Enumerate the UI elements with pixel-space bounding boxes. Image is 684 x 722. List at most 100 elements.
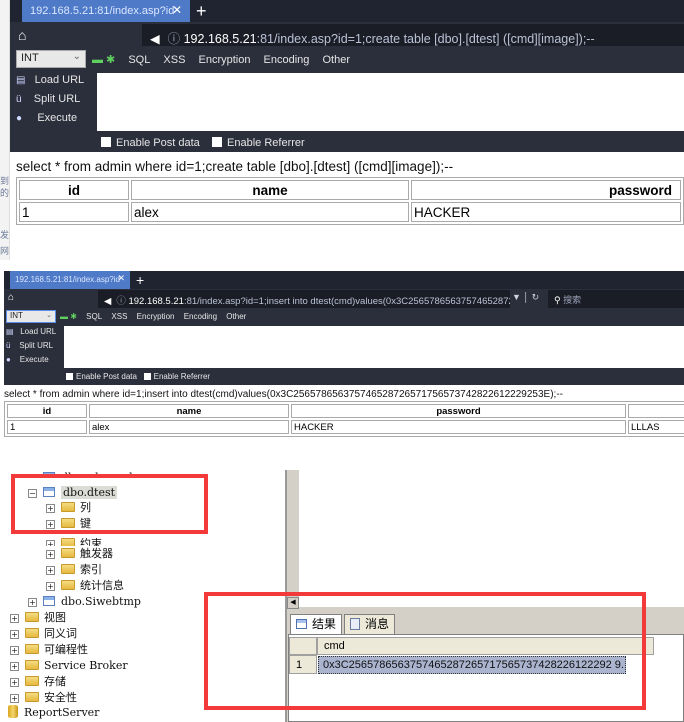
- folder-icon: [61, 548, 75, 558]
- folder-icon: [25, 628, 39, 638]
- url-textarea[interactable]: [97, 73, 684, 131]
- sql-query-text: select * from admin where id=1;insert in…: [4, 389, 563, 400]
- load-icon: ▤: [6, 327, 14, 336]
- tree-node[interactable]: + 同义词: [10, 626, 77, 642]
- expand-icon[interactable]: +: [46, 566, 55, 575]
- folder-icon: [61, 564, 75, 574]
- menu-encryption[interactable]: Encryption: [137, 312, 175, 321]
- side-text: 的: [0, 188, 10, 198]
- table-cell: HACKER: [411, 202, 681, 222]
- close-tab-icon[interactable]: ✕: [172, 3, 182, 17]
- expand-icon[interactable]: +: [10, 630, 19, 639]
- tab-title: 192.168.5.21:81/index.asp?id: [15, 275, 120, 284]
- menu-other[interactable]: Other: [322, 54, 350, 66]
- back-arrow-icon[interactable]: ◀: [150, 32, 160, 46]
- chevron-down-icon: ⌄: [46, 312, 52, 319]
- url-textarea[interactable]: [64, 326, 684, 368]
- menu-xss[interactable]: XSS: [111, 312, 127, 321]
- new-tab-button[interactable]: +: [136, 271, 144, 289]
- table-cell: alex: [89, 420, 289, 434]
- tree-node[interactable]: + 安全性: [10, 690, 77, 706]
- home-icon[interactable]: ⌂: [18, 27, 26, 43]
- browser-tab[interactable]: 192.168.5.21:81/index.asp?id ✕: [22, 0, 190, 22]
- select-value: INT: [21, 52, 39, 64]
- expand-icon[interactable]: +: [10, 614, 19, 623]
- menu-encoding[interactable]: Encoding: [184, 312, 217, 321]
- url-controls: ▼ │ ↻: [512, 292, 540, 302]
- results-table: id name password 1 alex HACKER LLLAS: [4, 401, 684, 437]
- sql-query-text: select * from admin where id=1;create ta…: [16, 159, 454, 174]
- play-icon: ●: [6, 355, 11, 364]
- folder-icon: [25, 644, 39, 654]
- expand-icon[interactable]: +: [10, 678, 19, 687]
- menu-encoding[interactable]: Encoding: [264, 54, 310, 66]
- url-host: 192.168.5.21: [128, 296, 184, 307]
- enable-referrer-checkbox[interactable]: Enable Referrer: [212, 137, 305, 149]
- split-url-button[interactable]: ü Split URL: [6, 341, 53, 350]
- tree-node[interactable]: + 索引: [46, 562, 102, 578]
- tree-node[interactable]: + Service Broker: [10, 658, 128, 674]
- info-icon[interactable]: ⓘ: [116, 296, 128, 307]
- url-bar[interactable]: ◀ ⓘ 192.168.5.21:81/index.asp?id=1;insert…: [98, 290, 510, 308]
- url-bar[interactable]: ◀ ⓘ 192.168.5.21:81/index.asp?id=1;create…: [142, 24, 684, 46]
- search-icon: ⚲: [554, 295, 561, 305]
- info-icon[interactable]: ⓘ: [168, 32, 184, 46]
- close-tab-icon[interactable]: ✕: [117, 273, 125, 284]
- expand-icon[interactable]: +: [46, 582, 55, 591]
- hackbar-options: Enable Post data Enable Referrer: [101, 137, 305, 149]
- browser-tab[interactable]: 192.168.5.21:81/index.asp?id ✕: [10, 271, 130, 289]
- database-icon: [8, 705, 18, 718]
- load-url-button[interactable]: ▤ Load URL: [6, 327, 56, 336]
- column-header: name: [131, 180, 409, 200]
- folder-icon: [25, 676, 39, 686]
- search-box[interactable]: ⚲ 搜索: [548, 290, 684, 308]
- execute-button[interactable]: ● Execute: [16, 112, 77, 124]
- back-arrow-icon[interactable]: ◀: [104, 296, 111, 307]
- load-url-button[interactable]: ▤ Load URL: [16, 74, 84, 86]
- dropdown-icon[interactable]: ▼: [512, 292, 521, 302]
- hackbar-menu: ▬ ✱ SQL XSS Encryption Encoding Other: [60, 312, 253, 321]
- menu-xss[interactable]: XSS: [163, 54, 185, 66]
- expand-icon[interactable]: +: [10, 662, 19, 671]
- folder-icon: [25, 660, 39, 670]
- tree-node[interactable]: + 触发器: [46, 546, 113, 562]
- results-table: id name password 1 alex HACKER: [16, 177, 684, 225]
- split-url-button[interactable]: ü Split URL: [16, 93, 80, 105]
- expand-icon[interactable]: +: [10, 694, 19, 703]
- menu-other[interactable]: Other: [226, 312, 246, 321]
- column-header: name: [89, 404, 289, 418]
- reload-icon[interactable]: ↻: [532, 292, 540, 302]
- table-cell: alex: [131, 202, 409, 222]
- menu-sql[interactable]: SQL: [128, 54, 150, 66]
- folder-icon: [25, 612, 39, 622]
- side-text: 网: [0, 246, 10, 256]
- tree-node[interactable]: + dbo.Siwebtmp: [28, 594, 141, 610]
- column-header: [628, 404, 684, 418]
- home-icon[interactable]: ⌂: [8, 292, 14, 303]
- menu-encryption[interactable]: Encryption: [199, 54, 251, 66]
- load-icon: ▤: [16, 75, 26, 86]
- folder-icon: [61, 580, 75, 590]
- expand-icon[interactable]: +: [10, 646, 19, 655]
- split-icon: ü: [16, 94, 22, 105]
- tree-node[interactable]: + 统计信息: [46, 578, 124, 594]
- tree-node[interactable]: + 视图: [10, 610, 66, 626]
- menu-sql[interactable]: SQL: [86, 312, 102, 321]
- enable-post-checkbox[interactable]: Enable Post data: [66, 372, 137, 381]
- injection-type-select[interactable]: INT ⌄: [6, 310, 56, 323]
- folder-icon: [25, 692, 39, 702]
- execute-button[interactable]: ● Execute: [6, 355, 49, 364]
- injection-type-select[interactable]: INT ⌄: [16, 50, 86, 68]
- expand-icon[interactable]: +: [46, 550, 55, 559]
- tree-node[interactable]: + 存储: [10, 674, 66, 690]
- tree-node[interactable]: + 可编程性: [10, 642, 88, 658]
- tree-node-reportserver[interactable]: ReportServer: [8, 705, 99, 721]
- expand-icon[interactable]: +: [28, 598, 37, 607]
- minus-icon[interactable]: ▬ ✱: [92, 54, 115, 66]
- table-cell: 1: [7, 420, 87, 434]
- minus-icon[interactable]: ▬ ✱: [60, 312, 77, 321]
- new-tab-button[interactable]: +: [196, 0, 207, 22]
- enable-referrer-checkbox[interactable]: Enable Referrer: [143, 372, 210, 381]
- enable-post-checkbox[interactable]: Enable Post data: [101, 137, 200, 149]
- tree-node[interactable]: + 约束: [46, 538, 102, 546]
